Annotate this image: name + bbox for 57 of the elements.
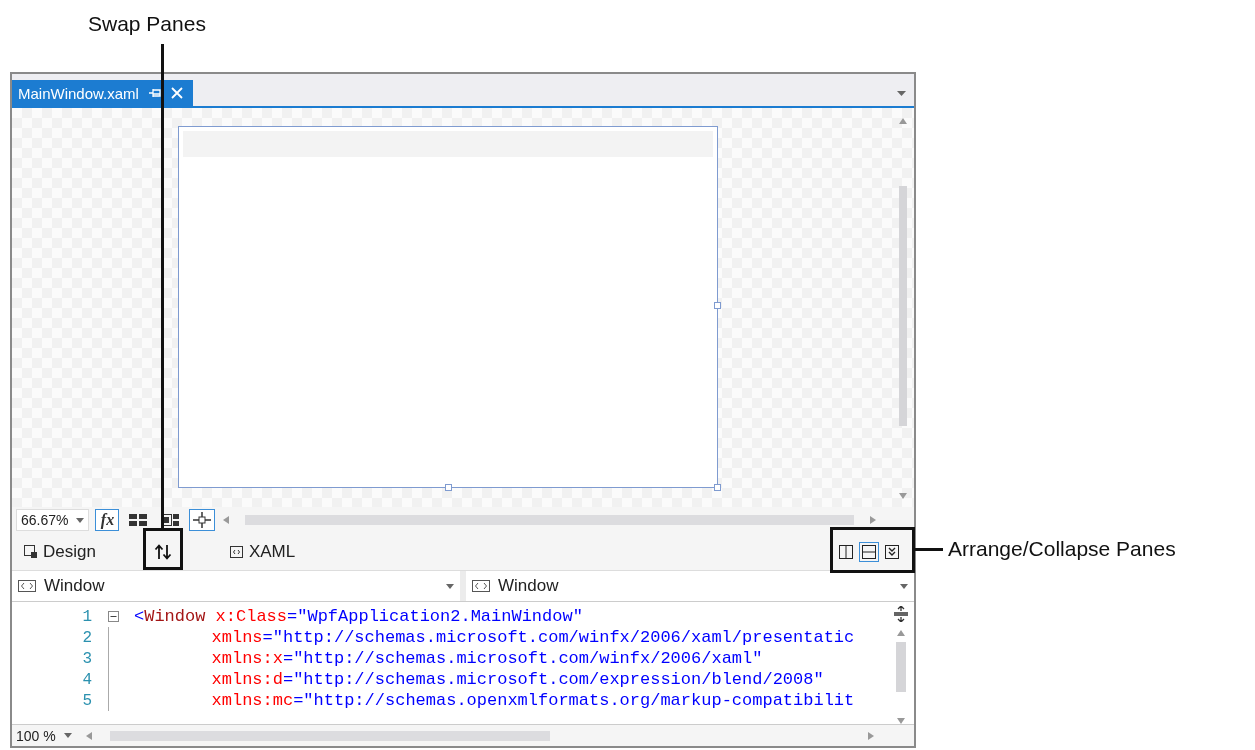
split-horizontal-icon: [862, 544, 876, 559]
scroll-right-icon[interactable]: [870, 516, 878, 524]
resize-handle[interactable]: [445, 484, 452, 491]
collapse-pane-icon: [885, 544, 899, 559]
line-number: 5: [81, 691, 92, 710]
pin-icon[interactable]: [148, 88, 161, 98]
code-line: xmlns="http://schemas.microsoft.com/winfx/2006/xaml/presentatic: [210, 628, 855, 647]
callout-label: Arrange/Collapse Panes: [948, 537, 1176, 561]
code-line: <Window x:Class="WpfApplication2.MainWindow": [134, 607, 583, 626]
dropdown-caret-icon: [446, 583, 454, 589]
design-tab[interactable]: Design: [20, 539, 100, 564]
horizontal-scrollbar[interactable]: [245, 515, 854, 525]
line-number: 4: [81, 670, 92, 689]
scroll-down-icon[interactable]: [899, 491, 907, 499]
tab-title: MainWindow.xaml: [18, 84, 139, 102]
xaml-tab[interactable]: XAML: [225, 539, 300, 564]
leader-line: [915, 548, 943, 551]
line-number: 2: [81, 628, 92, 647]
grid-icon: [129, 514, 148, 526]
dropdown-caret-icon: [900, 583, 908, 589]
callout-highlight-frame: [143, 528, 183, 570]
snap-grid-icon: [161, 514, 180, 526]
xaml-icon: [229, 545, 243, 558]
element-icon: [472, 580, 490, 592]
scroll-up-icon[interactable]: [899, 116, 907, 124]
close-icon[interactable]: [170, 87, 183, 99]
code-zoom-dropdown[interactable]: 100 %: [12, 725, 76, 746]
code-line: xmlns:mc="http://schemas.openxmlformats.org/markup-compatibilit: [210, 691, 855, 710]
split-vertical-icon: [839, 544, 853, 559]
collapse-toggle-icon[interactable]: [107, 611, 119, 622]
scroll-right-icon[interactable]: [868, 731, 876, 740]
swap-arrows-icon: [153, 543, 172, 560]
snap-points-icon: [193, 512, 212, 528]
tab-list-caret-icon[interactable]: [897, 91, 906, 96]
callout-label: Swap Panes: [88, 12, 206, 36]
scroll-left-icon[interactable]: [221, 516, 230, 524]
horizontal-scrollbar[interactable]: [109, 730, 550, 741]
dropdown-caret-icon: [76, 517, 85, 523]
element-selector[interactable]: Window: [12, 571, 460, 601]
element-icon: [18, 580, 36, 592]
resize-handle[interactable]: [714, 484, 721, 491]
line-number: 3: [81, 649, 92, 668]
scrollbar-thumb[interactable]: [896, 642, 906, 692]
design-icon: [24, 545, 37, 558]
zoom-dropdown[interactable]: 66.67%: [16, 509, 90, 531]
dropdown-caret-icon: [63, 733, 72, 738]
scroll-up-icon[interactable]: [897, 628, 905, 636]
scrollbar-thumb[interactable]: [899, 186, 907, 426]
code-line: xmlns:x="http://schemas.microsoft.com/winfx/2006/xaml": [210, 649, 763, 668]
element-selector[interactable]: Window: [466, 571, 914, 601]
resize-handle[interactable]: [714, 302, 721, 309]
document-tab[interactable]: MainWindow.xaml: [12, 80, 193, 106]
split-handle-icon[interactable]: [894, 606, 908, 622]
pane-layout-button[interactable]: [859, 541, 879, 562]
line-number: 1: [81, 607, 92, 626]
fx-button[interactable]: fx: [95, 509, 120, 531]
code-line: xmlns:d="http://schemas.microsoft.com/expression/blend/2008": [210, 670, 824, 689]
